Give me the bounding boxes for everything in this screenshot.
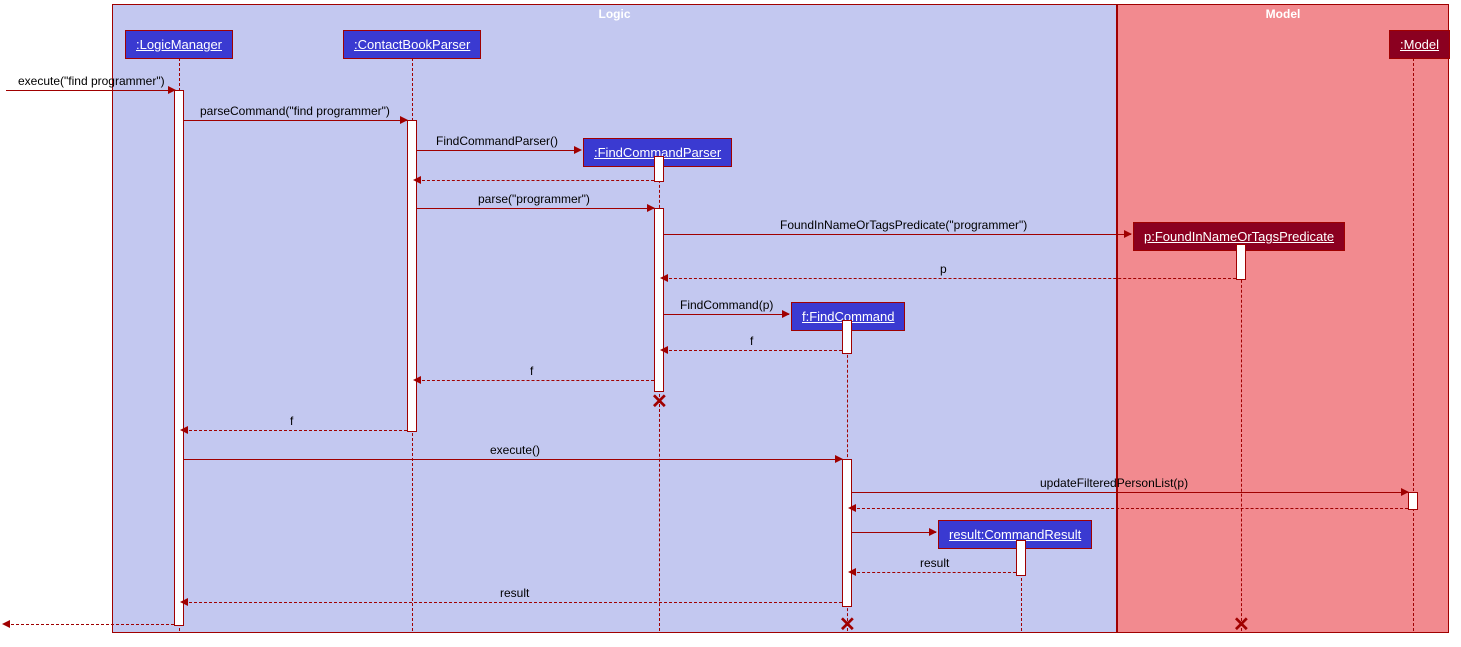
activation-mdl	[1408, 492, 1418, 510]
activation-cr	[1016, 540, 1026, 576]
arrow-head	[660, 346, 668, 354]
arrow-cbp-lm-return	[184, 430, 407, 431]
lifeline-predicate	[1241, 250, 1242, 631]
label-update-filtered: updateFilteredPersonList(p)	[1040, 476, 1188, 490]
frame-model-title: Model	[1266, 7, 1301, 21]
arrow-head	[929, 528, 937, 536]
sequence-diagram: Logic Model :LogicManager :ContactBookPa…	[0, 0, 1461, 647]
arrow-execute	[184, 459, 842, 460]
activation-fcp2	[654, 208, 664, 392]
arrow-head	[647, 204, 655, 212]
arrow-model-return	[852, 508, 1408, 509]
arrow-head	[180, 598, 188, 606]
label-return-f3: f	[290, 414, 293, 428]
label-return-f2: f	[530, 364, 533, 378]
label-return-result1: result	[920, 556, 949, 570]
arrow-head	[848, 504, 856, 512]
arrow-head	[574, 146, 582, 154]
arrow-head	[413, 176, 421, 184]
arrow-head	[400, 116, 408, 124]
label-execute: execute()	[490, 443, 540, 457]
lifeline-model	[1413, 58, 1414, 631]
frame-logic-title: Logic	[599, 7, 631, 21]
arrow-fc-return	[664, 350, 842, 351]
arrow-head	[660, 274, 668, 282]
arrow-head	[180, 426, 188, 434]
arrow-fcp-return	[417, 180, 654, 181]
arrow-head	[1124, 230, 1132, 238]
participant-label: :Model	[1400, 37, 1439, 52]
arrow-update-filtered	[852, 492, 1408, 493]
participant-contact-book-parser: :ContactBookParser	[343, 30, 481, 59]
destroy-fc: ✕	[839, 620, 856, 630]
arrow-execute-find	[6, 90, 174, 91]
arrow-head	[848, 568, 856, 576]
label-parsecommand: parseCommand("find programmer")	[200, 104, 390, 118]
participant-label: :LogicManager	[136, 37, 222, 52]
label-return-f1: f	[750, 334, 753, 348]
arrow-pred-ctor	[664, 234, 1131, 235]
arrow-head	[2, 620, 10, 628]
arrow-fc-lm-return	[184, 602, 842, 603]
label-parse: parse("programmer")	[478, 192, 590, 206]
arrow-head	[782, 310, 790, 318]
label-return-p: p	[940, 262, 947, 276]
arrow-head	[413, 376, 421, 384]
arrow-ext-return	[6, 624, 174, 625]
arrow-head	[835, 455, 843, 463]
participant-label: :ContactBookParser	[354, 37, 470, 52]
participant-model: :Model	[1389, 30, 1450, 59]
arrow-fc-ctor	[664, 314, 789, 315]
label-fcp-ctor: FindCommandParser()	[436, 134, 558, 148]
arrow-cr-ctor	[852, 532, 936, 533]
label-return-result2: result	[500, 586, 529, 600]
activation-cbp	[407, 120, 417, 432]
participant-logic-manager: :LogicManager	[125, 30, 233, 59]
label-pred-ctor: FoundInNameOrTagsPredicate("programmer")	[780, 218, 1027, 232]
arrow-fcp-cbp-return	[417, 380, 654, 381]
label-execute-find: execute("find programmer")	[18, 74, 165, 88]
arrow-parse	[417, 208, 654, 209]
activation-lm	[174, 90, 184, 626]
arrow-pred-return	[664, 278, 1236, 279]
activation-fc1	[842, 320, 852, 354]
label-fc-ctor: FindCommand(p)	[680, 298, 773, 312]
arrow-cr-return	[852, 572, 1016, 573]
arrow-fcp-ctor	[417, 150, 580, 151]
frame-model: Model	[1117, 4, 1449, 633]
participant-label: p:FoundInNameOrTagsPredicate	[1144, 229, 1334, 244]
destroy-pred: ✕	[1233, 620, 1250, 630]
arrow-parsecommand	[184, 120, 407, 121]
activation-pred	[1236, 244, 1246, 280]
activation-fc2	[842, 459, 852, 607]
destroy-fcp: ✕	[651, 397, 668, 407]
arrow-head	[168, 86, 176, 94]
arrow-head	[1401, 488, 1409, 496]
activation-fcp1	[654, 156, 664, 182]
